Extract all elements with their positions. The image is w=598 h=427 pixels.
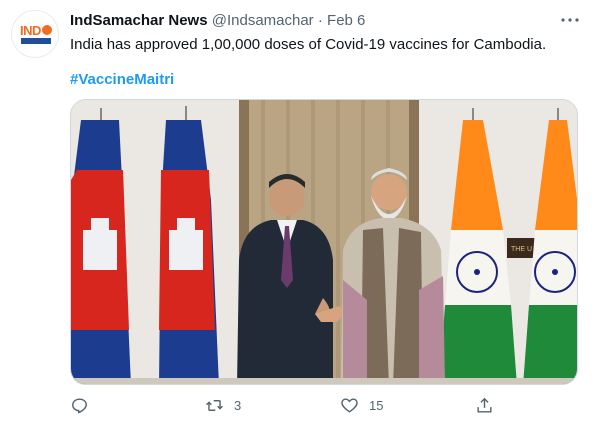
display-name[interactable]: IndSamachar News	[70, 12, 208, 29]
separator: ·	[317, 12, 323, 29]
more-icon[interactable]	[558, 8, 582, 32]
retweet-button[interactable]: 3	[205, 396, 241, 415]
tweet-header: IndSamachar News @Indsamachar · Feb 6	[70, 11, 365, 31]
photo-sign-text: THE U	[511, 246, 532, 253]
indsamachar-logo: IND	[20, 24, 52, 44]
avatar[interactable]: IND	[11, 10, 59, 58]
tweet-date[interactable]: Feb 6	[327, 12, 365, 29]
retweet-icon	[206, 400, 223, 411]
share-button[interactable]	[475, 396, 494, 415]
tweet-photo[interactable]: THE U	[70, 99, 578, 385]
handle[interactable]: @Indsamachar	[212, 12, 314, 29]
like-icon	[341, 398, 358, 413]
hashtag-link[interactable]: #VaccineMaitri	[70, 70, 174, 90]
like-count: 15	[369, 398, 384, 413]
tweet-actions: 3 15	[70, 396, 500, 418]
reply-icon	[72, 398, 87, 414]
reply-button[interactable]	[70, 396, 99, 415]
retweet-count: 3	[234, 398, 242, 413]
like-button[interactable]: 15	[340, 396, 383, 415]
tweet-text: India has approved 1,00,000 doses of Cov…	[70, 36, 547, 53]
share-icon	[477, 397, 492, 413]
photo-scene: THE U	[71, 100, 577, 384]
